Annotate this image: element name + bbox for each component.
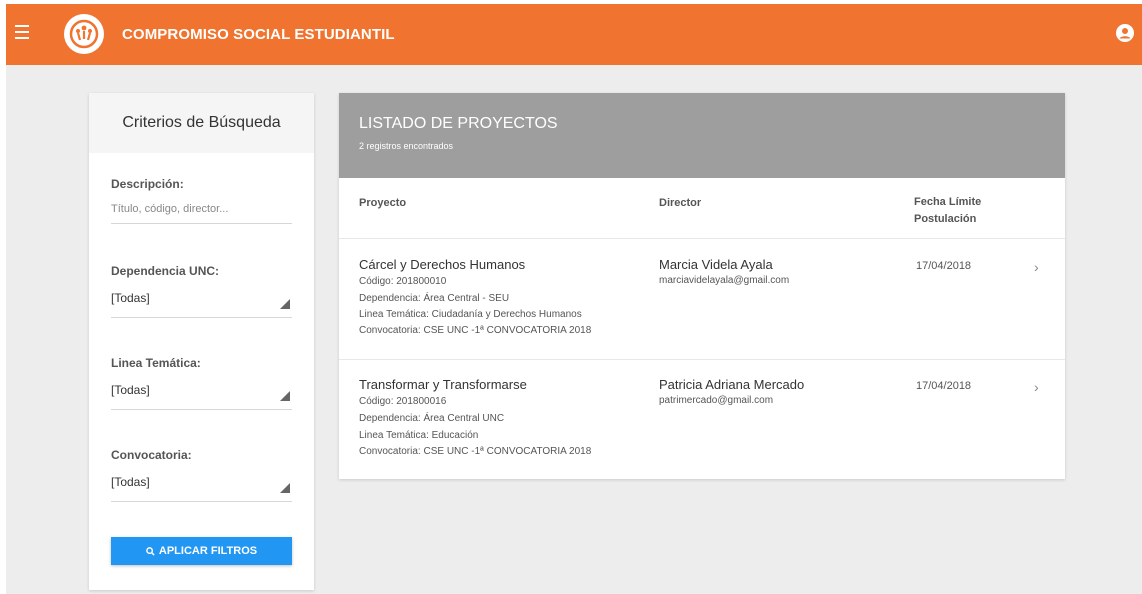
descripcion-input[interactable]: Título, código, director... xyxy=(111,203,292,224)
row-divider xyxy=(339,359,1065,360)
linea-field: Linea Temática: [Todas] xyxy=(111,356,292,410)
convocatoria-select[interactable]: [Todas] xyxy=(111,475,292,502)
project-dependencia: Dependencia: Área Central UNC xyxy=(359,413,505,424)
hamburger-menu-icon[interactable] xyxy=(12,25,32,43)
results-count: 2 registros encontrados xyxy=(359,141,454,151)
director-name: Marcia Videla Ayala xyxy=(659,257,773,272)
filters-title: Criterios de Búsqueda xyxy=(89,93,314,153)
row-divider xyxy=(339,238,1065,239)
dropdown-arrow-icon xyxy=(280,483,290,493)
column-header-fecha-limite: Fecha Límite xyxy=(914,196,982,208)
column-header-postulacion: Postulación xyxy=(914,213,977,225)
chevron-right-icon[interactable]: › xyxy=(1034,259,1039,275)
dependencia-label: Dependencia UNC: xyxy=(111,264,220,278)
logo xyxy=(64,14,104,54)
chevron-right-icon[interactable]: › xyxy=(1034,379,1039,395)
deadline-date: 17/04/2018 xyxy=(916,260,972,272)
director-name: Patricia Adriana Mercado xyxy=(659,377,805,392)
director-email: marciavidelayala@gmail.com xyxy=(659,275,790,286)
account-circle-icon[interactable] xyxy=(1116,24,1134,42)
apply-filters-button[interactable]: APLICAR FILTROS xyxy=(111,537,292,565)
project-code: Código: 201800010 xyxy=(359,276,447,287)
top-app-bar: COMPROMISO SOCIAL ESTUDIANTIL xyxy=(6,4,1142,65)
linea-value: [Todas] xyxy=(111,383,150,397)
project-dependencia: Dependencia: Área Central - SEU xyxy=(359,293,510,304)
column-header-proyecto: Proyecto xyxy=(359,197,407,209)
column-header-director: Director xyxy=(659,197,702,209)
convocatoria-label: Convocatoria: xyxy=(111,448,192,462)
app-title: COMPROMISO SOCIAL ESTUDIANTIL xyxy=(122,26,395,43)
descripcion-label: Descripción: xyxy=(111,177,184,191)
dependencia-field: Dependencia UNC: [Todas] xyxy=(111,264,292,318)
project-linea: Linea Temática: Educación xyxy=(359,430,479,441)
projects-list-panel: LISTADO DE PROYECTOS 2 registros encontr… xyxy=(339,93,1065,479)
project-code: Código: 201800016 xyxy=(359,396,447,407)
filters-panel: Criterios de Búsqueda Descripción: Títul… xyxy=(89,93,314,590)
projects-list-header: LISTADO DE PROYECTOS 2 registros encontr… xyxy=(339,93,1065,178)
convocatoria-field: Convocatoria: [Todas] xyxy=(111,448,292,502)
projects-list-title: LISTADO DE PROYECTOS xyxy=(359,115,558,132)
deadline-date: 17/04/2018 xyxy=(916,380,972,392)
search-icon xyxy=(146,546,155,556)
linea-select[interactable]: [Todas] xyxy=(111,383,292,410)
director-email: patrimercado@gmail.com xyxy=(659,395,774,406)
project-convocatoria: Convocatoria: CSE UNC -1ª CONVOCATORIA 2… xyxy=(359,446,592,457)
dependencia-select[interactable]: [Todas] xyxy=(111,291,292,318)
dependencia-value: [Todas] xyxy=(111,291,150,305)
project-convocatoria: Convocatoria: CSE UNC -1ª CONVOCATORIA 2… xyxy=(359,325,592,336)
project-linea: Linea Temática: Ciudadanía y Derechos Hu… xyxy=(359,309,582,320)
apply-filters-label: APLICAR FILTROS xyxy=(158,545,258,557)
logo-people-icon xyxy=(69,19,99,49)
dropdown-arrow-icon xyxy=(280,299,290,309)
descripcion-field: Descripción: Título, código, director... xyxy=(111,177,292,224)
dropdown-arrow-icon xyxy=(280,391,290,401)
project-name: Cárcel y Derechos Humanos xyxy=(359,257,526,272)
project-name: Transformar y Transformarse xyxy=(359,377,527,392)
convocatoria-value: [Todas] xyxy=(111,475,150,489)
app-frame: COMPROMISO SOCIAL ESTUDIANTIL Criterios … xyxy=(6,4,1142,594)
linea-label: Linea Temática: xyxy=(111,356,201,370)
